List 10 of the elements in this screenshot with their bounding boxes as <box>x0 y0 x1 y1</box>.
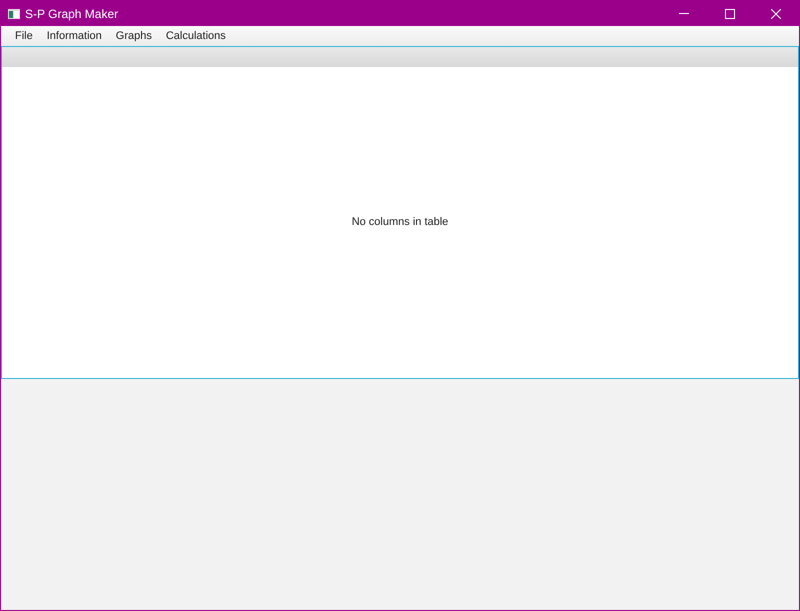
window-title: S-P Graph Maker <box>25 6 118 22</box>
menu-item[interactable]: Graphs <box>108 28 159 44</box>
close-icon <box>771 8 781 18</box>
maximize-icon <box>725 8 735 18</box>
empty-table-message: No columns in table <box>352 215 448 230</box>
app-icon <box>8 8 20 18</box>
menu-item[interactable]: File <box>8 28 40 44</box>
menu-item[interactable]: Information <box>40 28 109 44</box>
minimize-icon <box>679 13 689 14</box>
menu-item[interactable]: Calculations <box>158 28 233 44</box>
